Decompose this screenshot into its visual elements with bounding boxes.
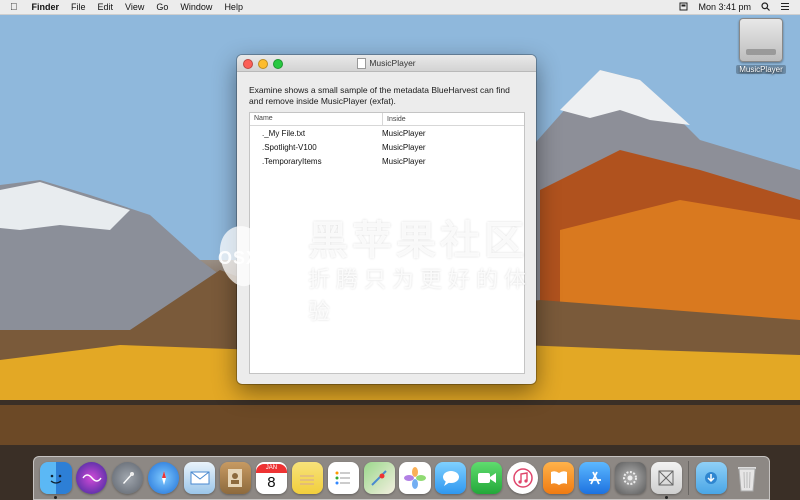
row-inside: MusicPlayer	[382, 156, 426, 166]
input-menu-icon[interactable]	[679, 2, 688, 13]
app-store-icon[interactable]	[578, 462, 611, 494]
downloads-folder-icon[interactable]	[695, 462, 727, 494]
column-header-name[interactable]: Name	[250, 113, 383, 125]
mail-icon[interactable]	[184, 462, 216, 494]
blueharvest-icon[interactable]	[650, 462, 682, 499]
itunes-icon[interactable]	[507, 462, 539, 494]
maps-icon[interactable]	[363, 462, 395, 494]
row-name: .TemporaryItems	[262, 156, 322, 166]
launchpad-icon[interactable]	[112, 462, 144, 494]
safari-icon[interactable]	[148, 462, 180, 494]
running-indicator	[664, 496, 668, 499]
notification-center-icon[interactable]	[780, 2, 790, 13]
finder-icon[interactable]	[40, 462, 72, 499]
menu-edit[interactable]: Edit	[92, 0, 120, 14]
trash-icon[interactable]	[732, 462, 763, 494]
drive-label: MusicPlayer	[736, 65, 786, 74]
dock-separator	[688, 461, 690, 495]
zoom-button[interactable]	[273, 59, 283, 69]
calendar-day: 8	[267, 473, 276, 491]
menu-bar:  Finder File Edit View Go Window Help M…	[0, 0, 800, 15]
window-titlebar[interactable]: MusicPlayer	[237, 55, 536, 72]
menubar-clock[interactable]: Mon 3:41 pm	[698, 2, 751, 12]
row-name: ._My File.txt	[262, 128, 306, 138]
apple-icon[interactable]: 	[10, 2, 26, 13]
table-header: Name Inside	[250, 113, 524, 126]
messages-icon[interactable]	[435, 462, 467, 494]
running-indicator	[54, 496, 58, 499]
menu-window[interactable]: Window	[174, 0, 218, 14]
calendar-month: JAN	[255, 463, 287, 473]
table-row[interactable]: .Spotlight-V100 MusicPlayer	[250, 140, 524, 154]
row-name: .Spotlight-V100	[262, 142, 317, 152]
close-button[interactable]	[243, 59, 253, 69]
menu-view[interactable]: View	[119, 0, 150, 14]
system-preferences-icon[interactable]	[614, 462, 647, 494]
table-row[interactable]: .TemporaryItems MusicPlayer	[250, 154, 524, 168]
menu-go[interactable]: Go	[150, 0, 174, 14]
calendar-icon[interactable]: JAN 8	[255, 462, 287, 494]
notes-icon[interactable]	[291, 462, 323, 494]
external-drive-icon	[739, 18, 783, 62]
minimize-button[interactable]	[258, 59, 268, 69]
ibooks-icon[interactable]	[543, 462, 575, 494]
row-inside: MusicPlayer	[382, 128, 426, 138]
menu-finder[interactable]: Finder	[26, 0, 66, 14]
table-row[interactable]: ._My File.txt MusicPlayer	[250, 126, 524, 140]
desktop-drive-musicplayer[interactable]: MusicPlayer	[728, 18, 794, 78]
contacts-icon[interactable]	[219, 462, 252, 494]
facetime-icon[interactable]	[471, 462, 503, 494]
menu-file[interactable]: File	[65, 0, 92, 14]
row-inside: MusicPlayer	[382, 142, 426, 152]
metadata-table: Name Inside ._My File.txt MusicPlayer .S…	[249, 112, 525, 374]
window-title: MusicPlayer	[369, 58, 416, 68]
column-header-inside[interactable]: Inside	[383, 116, 406, 123]
photos-icon[interactable]	[399, 462, 431, 494]
siri-icon[interactable]	[76, 462, 108, 494]
dock: JAN 8	[33, 456, 770, 500]
musicplayer-window: MusicPlayer Examine shows a small sample…	[237, 55, 536, 384]
window-description: Examine shows a small sample of the meta…	[249, 85, 510, 106]
menu-help[interactable]: Help	[218, 0, 249, 14]
reminders-icon[interactable]	[327, 462, 359, 494]
spotlight-icon[interactable]	[761, 1, 770, 13]
document-icon	[357, 57, 367, 69]
